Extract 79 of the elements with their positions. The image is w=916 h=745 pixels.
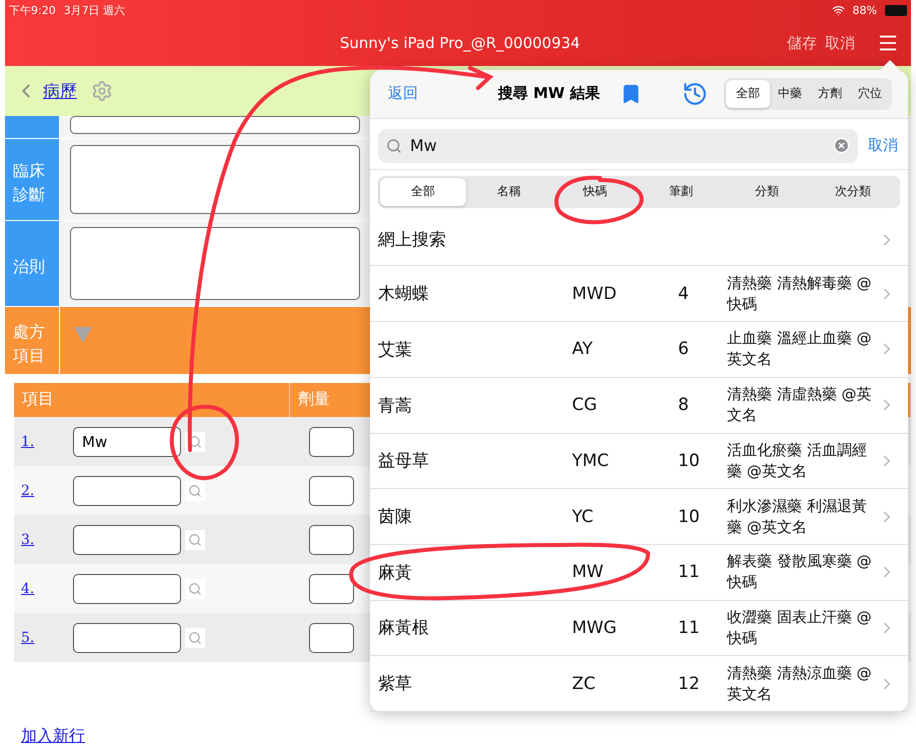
item-input[interactable]: Mw — [73, 426, 181, 456]
wifi-icon — [832, 4, 845, 16]
battery-icon — [885, 4, 907, 16]
filter-tab[interactable]: 快碼 — [552, 178, 638, 206]
dose-input[interactable] — [309, 476, 354, 506]
result-code: CG — [572, 395, 598, 416]
popover-title: 搜尋 MW 結果 — [498, 84, 601, 104]
row-number-link[interactable]: 3. — [14, 532, 73, 548]
result-name[interactable]: 木蝴蝶 — [378, 282, 572, 306]
cancel-button[interactable]: 取消 — [866, 136, 900, 156]
status-time: 下午9:20 — [9, 2, 56, 18]
battery-percent: 88% — [852, 4, 877, 16]
result-code: YC — [572, 506, 594, 527]
filter-tab[interactable]: 次分類 — [810, 178, 896, 206]
result-strokes: 4 — [678, 284, 690, 304]
result-name[interactable]: 麻黃根 — [378, 616, 572, 640]
result-strokes: 10 — [678, 450, 701, 471]
scope-tab[interactable]: 方劑 — [810, 80, 850, 108]
result-name[interactable]: 茵陳 — [378, 505, 572, 528]
search-field[interactable]: Mw — [378, 128, 858, 163]
result-strokes: 11 — [678, 618, 701, 638]
dose-input[interactable] — [309, 622, 354, 652]
result-category: 止血藥 溫經止血藥 @英文名 — [727, 328, 873, 370]
item-input[interactable] — [73, 622, 181, 652]
window-title: Sunny's iPad Pro_@R_00000934 — [338, 34, 582, 52]
result-category: 利水滲濕藥 利濕退黃藥 @英文名 — [727, 496, 868, 538]
result-category: 活血化瘀藥 活血調經藥 @英文名 — [727, 440, 868, 482]
result-name[interactable]: 益母草 — [378, 449, 572, 472]
add-row-link[interactable]: 加入新行 — [21, 726, 85, 745]
result-code: AY — [572, 339, 594, 360]
row-number-link[interactable]: 1. — [14, 434, 73, 450]
result-strokes: 10 — [678, 506, 701, 527]
text-area[interactable] — [70, 116, 360, 134]
scope-tab[interactable]: 穴位 — [850, 80, 890, 108]
dose-input[interactable] — [309, 574, 354, 604]
filter-tab[interactable]: 筆劃 — [638, 178, 724, 206]
result-code: MWD — [572, 284, 618, 304]
status-date: 3月7日 週六 — [64, 2, 126, 18]
result-strokes: 6 — [678, 339, 690, 360]
result-category: 解表藥 發散風寒藥 @快碼 — [727, 551, 873, 594]
history-icon[interactable] — [682, 80, 708, 107]
field-label: 治則 — [13, 256, 46, 278]
result-code: YMC — [572, 450, 610, 471]
row-number-link[interactable]: 5. — [14, 630, 73, 646]
scope-tab[interactable]: 中藥 — [770, 80, 810, 108]
result-name[interactable]: 紫草 — [378, 672, 572, 696]
search-icon — [386, 138, 402, 154]
dose-input[interactable] — [309, 426, 354, 456]
result-code: MW — [572, 562, 604, 582]
scope-tab[interactable]: 全部 — [726, 80, 770, 108]
section-label: 處方項目 — [13, 320, 46, 366]
result-category: 清熱藥 清熱涼血藥 @英文名 — [727, 662, 873, 705]
item-input[interactable] — [73, 574, 181, 604]
item-input[interactable] — [73, 524, 181, 554]
text-area[interactable] — [70, 145, 360, 214]
result-name[interactable]: 艾葉 — [378, 338, 572, 361]
filter-tab[interactable]: 全部 — [380, 178, 466, 206]
row-number-link[interactable]: 2. — [14, 482, 73, 498]
back-link[interactable]: 病歷 — [43, 80, 77, 102]
result-strokes: 11 — [678, 562, 701, 582]
search-input[interactable]: Mw — [408, 135, 827, 156]
filter-tab[interactable]: 分類 — [724, 178, 810, 206]
result-category: 收澀藥 固表止汗藥 @快碼 — [727, 606, 873, 649]
result-strokes: 8 — [678, 395, 690, 416]
dose-input[interactable] — [309, 524, 354, 554]
back-button[interactable]: 返回 — [388, 84, 498, 104]
clear-icon[interactable] — [833, 137, 850, 154]
result-code: ZC — [572, 674, 597, 694]
filter-tab[interactable]: 名稱 — [466, 178, 552, 206]
web-search-row[interactable]: 網上搜索 — [370, 214, 908, 266]
result-name[interactable]: 青蒿 — [378, 394, 572, 417]
result-name[interactable]: 麻黃 — [378, 560, 572, 584]
result-code: MWG — [572, 618, 618, 638]
field-label: 臨床診斷 — [13, 160, 46, 206]
item-input[interactable] — [73, 476, 181, 506]
text-area[interactable] — [70, 227, 360, 300]
result-strokes: 12 — [678, 674, 701, 694]
row-number-link[interactable]: 4. — [14, 580, 73, 596]
result-category: 清熱藥 清熱解毒藥 @快碼 — [727, 272, 873, 315]
